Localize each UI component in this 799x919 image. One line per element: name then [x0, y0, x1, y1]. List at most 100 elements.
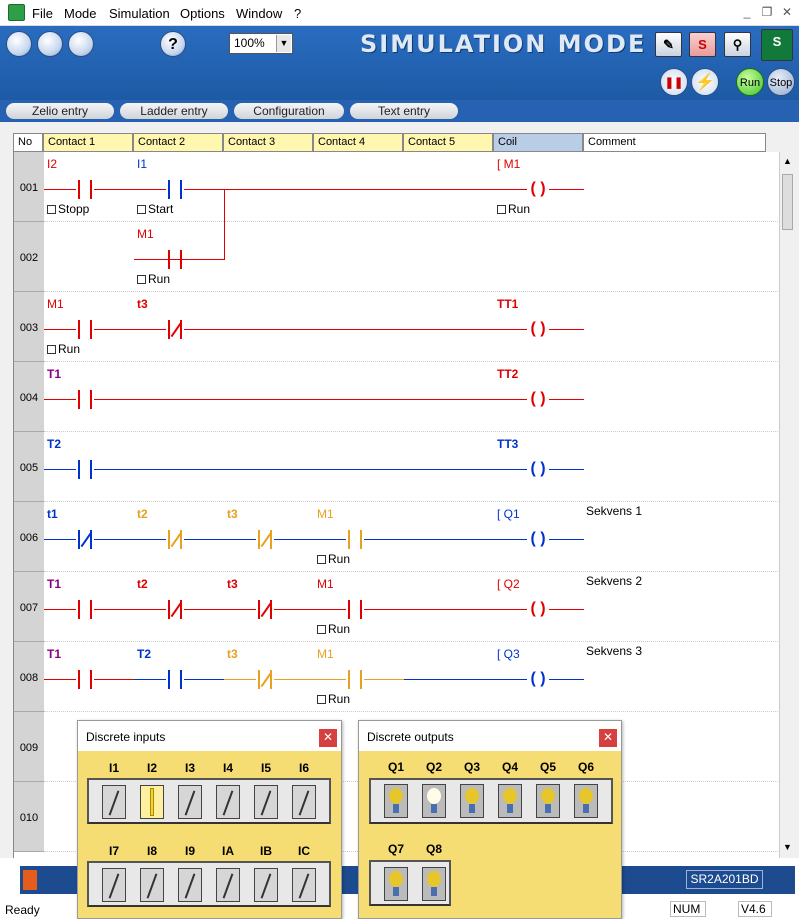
coil-checkbox[interactable]: Run	[497, 202, 530, 216]
close-icon[interactable]: ✕	[319, 729, 337, 747]
rung-wire	[44, 469, 584, 470]
contact-checkbox[interactable]: Start	[137, 202, 173, 216]
contact-symbol	[256, 670, 274, 689]
contact-label: t2	[137, 577, 148, 591]
save-icon[interactable]	[68, 31, 94, 57]
coil-label: TT3	[497, 437, 519, 451]
menu-simulation[interactable]: Simulation	[109, 6, 170, 21]
status-num: NUM	[670, 901, 706, 917]
ladder-rung[interactable]: T1 TT2 ( )	[44, 362, 779, 432]
switch-icon[interactable]	[292, 785, 316, 819]
contact-checkbox[interactable]: Run	[317, 622, 350, 636]
ladder-rung[interactable]: T1 t2 t3 M1 Run [ Q2 ( ) Sekvens 2	[44, 572, 779, 642]
contact-sub-label: Run	[328, 692, 351, 706]
open-folder-icon[interactable]	[37, 31, 63, 57]
contact-label: T1	[47, 577, 62, 591]
bulb-icon	[422, 784, 446, 818]
scroll-thumb[interactable]	[782, 174, 793, 230]
row-number-label: 004	[19, 392, 39, 404]
pause-icon[interactable]: ❚❚	[660, 68, 688, 96]
switch-icon[interactable]	[140, 785, 164, 819]
tab-configuration[interactable]: Configuration	[234, 103, 344, 119]
ladder-rung[interactable]: T2 TT3 ( )	[44, 432, 779, 502]
col-contact-2: Contact 2	[133, 133, 223, 152]
contact-symbol	[166, 530, 184, 549]
scroll-up-icon[interactable]: ▲	[783, 156, 792, 166]
menu-mode[interactable]: Mode	[64, 6, 97, 21]
menu-help[interactable]: ?	[294, 6, 301, 21]
vertical-scrollbar[interactable]: ▲ ▼	[779, 152, 795, 858]
help-icon[interactable]: ?	[160, 31, 186, 57]
close-icon[interactable]: ✕	[778, 3, 796, 21]
row-number: 001	[14, 152, 44, 222]
tab-ladder-entry[interactable]: Ladder entry	[120, 103, 228, 119]
output-label: Q7	[387, 842, 404, 856]
menu-file[interactable]: File	[32, 6, 53, 21]
bulb-icon	[574, 784, 598, 818]
contact-checkbox[interactable]: Run	[47, 342, 80, 356]
ladder-rung[interactable]: T1 T2 t3 M1 Run [ Q3 ( ) Sekvens 3	[44, 642, 779, 712]
contact-symbol	[76, 320, 94, 339]
input-label: IC	[298, 844, 310, 858]
rung-wire	[404, 679, 494, 680]
switch-icon[interactable]	[254, 785, 278, 819]
app-icon[interactable]	[8, 4, 25, 21]
new-file-icon[interactable]	[6, 31, 32, 57]
coil-sub-label: Run	[508, 202, 531, 216]
switch-icon[interactable]	[254, 868, 278, 902]
chevron-down-icon[interactable]: ▼	[276, 35, 291, 52]
switch-icon[interactable]	[102, 868, 126, 902]
switch-icon[interactable]	[178, 868, 202, 902]
contact-checkbox[interactable]: Run	[317, 692, 350, 706]
contact-checkbox[interactable]: Run	[137, 272, 170, 286]
switch-icon[interactable]	[216, 785, 240, 819]
rung-comment: Sekvens 1	[586, 504, 643, 518]
tab-text-entry[interactable]: Text entry	[350, 103, 458, 119]
coil-symbol: ( )	[527, 600, 549, 619]
ladder-rung[interactable]: I2 Stopp I1 Start [ M1 ( ) Run	[44, 152, 779, 222]
row-number-label: 002	[19, 252, 39, 264]
contact-label: M1	[317, 647, 334, 661]
row-number: 010	[14, 782, 44, 852]
coil-symbol: ( )	[527, 530, 549, 549]
ladder-rung[interactable]: t1 t2 t3 M1 Run [ Q1 ( ) Sekvens 1	[44, 502, 779, 572]
menu-options[interactable]: Options	[180, 6, 225, 21]
ladder-rung[interactable]: M1 Run t3 TT1 ( )	[44, 292, 779, 362]
ladder-rung[interactable]: M1 Run	[44, 189, 779, 292]
minimize-icon[interactable]: _	[738, 3, 756, 21]
stop-button[interactable]: Stop	[767, 68, 795, 96]
edit-icon[interactable]: ✎	[655, 32, 682, 57]
input-label: I6	[298, 761, 309, 775]
output-label: Q5	[539, 760, 556, 774]
scroll-down-icon[interactable]: ▼	[783, 842, 792, 852]
input-label: I5	[260, 761, 271, 775]
search-icon[interactable]: ⚲	[724, 32, 751, 57]
contact-checkbox[interactable]: Run	[317, 552, 350, 566]
contact-symbol	[256, 530, 274, 549]
bulb-icon	[384, 784, 408, 818]
contact-label: T1	[47, 647, 62, 661]
s-button[interactable]: S	[689, 32, 716, 57]
lightning-icon[interactable]: ⚡	[691, 68, 719, 96]
close-icon[interactable]: ✕	[599, 729, 617, 747]
switch-icon[interactable]	[178, 785, 202, 819]
contact-symbol	[76, 390, 94, 409]
contact-symbol	[166, 670, 184, 689]
row-number: 005	[14, 432, 44, 502]
contact-label: t3	[227, 507, 238, 521]
switch-icon[interactable]	[292, 868, 316, 902]
contact-symbol	[76, 180, 94, 199]
zoom-select[interactable]: 100% ▼	[229, 33, 293, 54]
switch-icon[interactable]	[140, 868, 164, 902]
switch-icon[interactable]	[102, 785, 126, 819]
contact-checkbox[interactable]: Stopp	[47, 202, 89, 216]
tab-zelio-entry[interactable]: Zelio entry	[6, 103, 114, 119]
run-button[interactable]: Run	[736, 68, 764, 96]
rung-wire	[134, 259, 224, 260]
menu-window[interactable]: Window	[236, 6, 282, 21]
col-contact-1: Contact 1	[43, 133, 133, 152]
outputs-panel-title: Discrete outputs	[359, 721, 621, 751]
switch-icon[interactable]	[216, 868, 240, 902]
bulb-icon	[536, 784, 560, 818]
restore-icon[interactable]: ❐	[758, 3, 776, 21]
